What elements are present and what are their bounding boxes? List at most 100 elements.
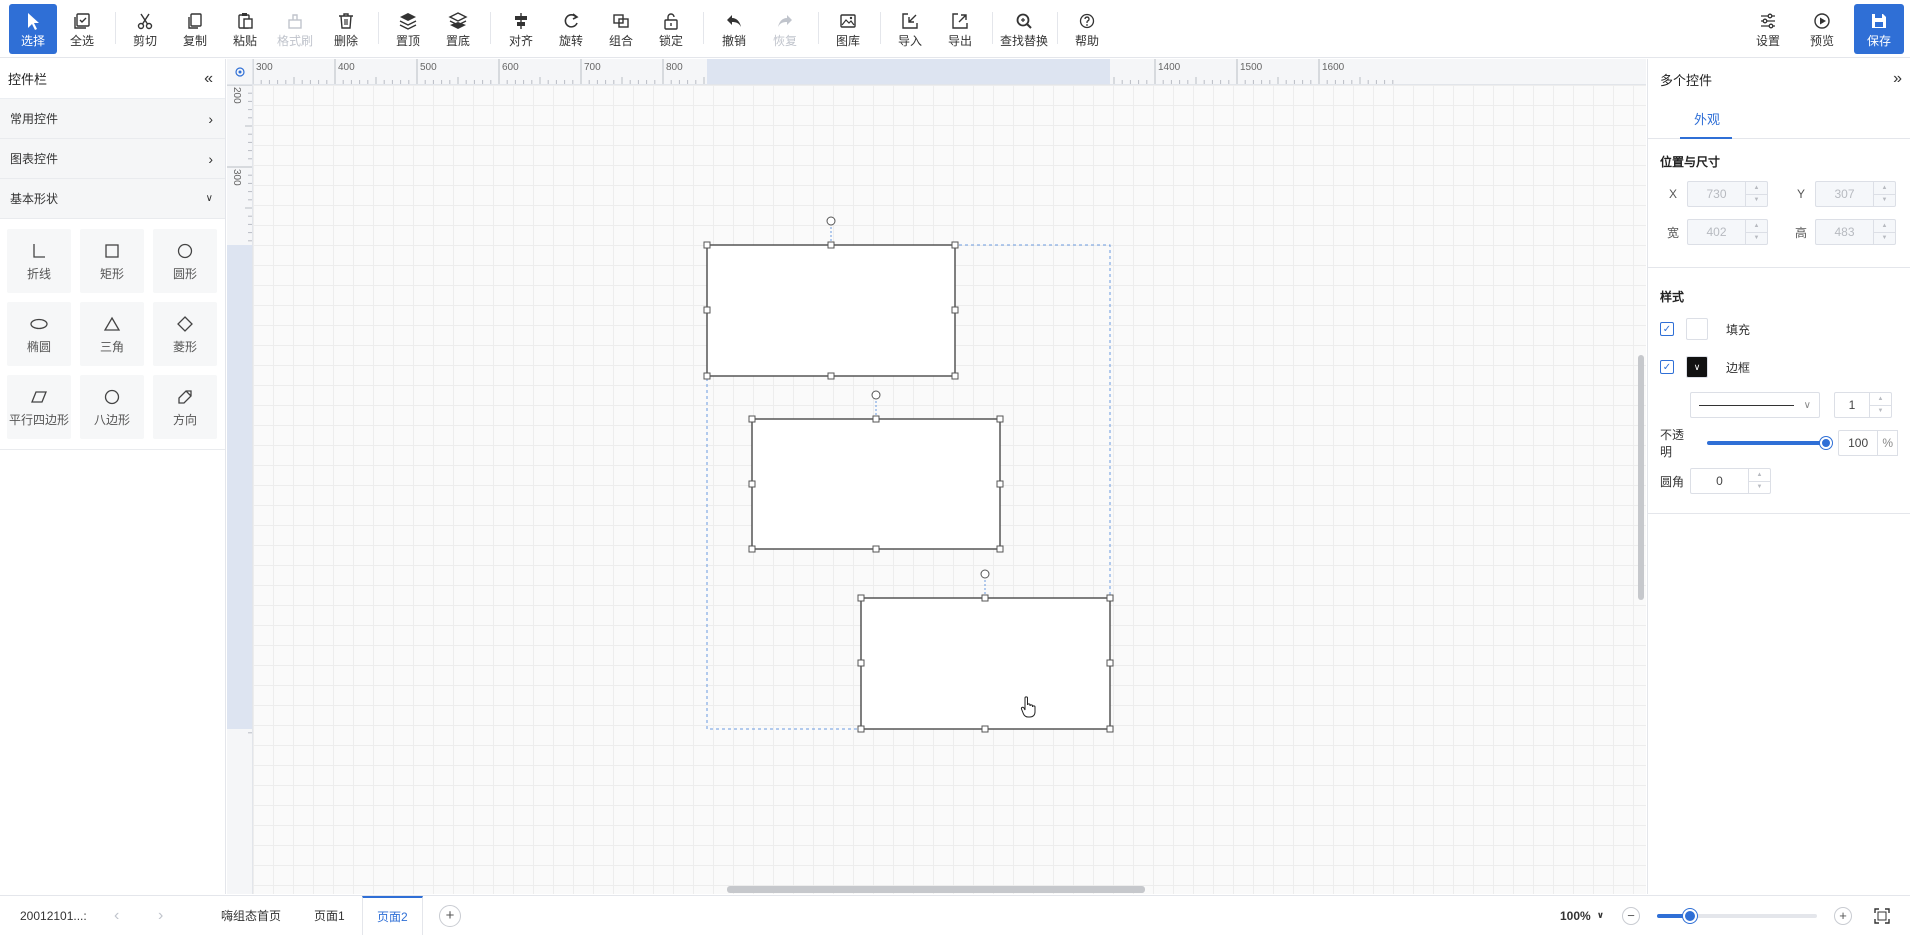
- prev-page-icon[interactable]: ‹: [114, 896, 119, 935]
- cursor-icon: [28, 12, 39, 30]
- opacity-row: 不透明 100 %: [1660, 424, 1898, 462]
- radius-input[interactable]: 0 ▲ ▼: [1690, 468, 1771, 494]
- line-style-select[interactable]: ∨: [1690, 392, 1820, 418]
- group-button[interactable]: 组合: [597, 4, 645, 54]
- collapse-right-icon[interactable]: »: [1893, 70, 1902, 88]
- ruler-label: 300: [256, 62, 273, 73]
- width-input[interactable]: 402 ▲ ▼: [1687, 219, 1768, 245]
- rectangle-icon: [105, 243, 119, 258]
- lock-button[interactable]: 锁定: [647, 4, 695, 54]
- zoom-out-button[interactable]: −: [1622, 896, 1640, 935]
- rotate-button[interactable]: 旋转: [547, 4, 595, 54]
- undo-button[interactable]: 撤销: [710, 4, 758, 54]
- page-tab-home[interactable]: 嗨组态首页: [207, 896, 295, 935]
- radius-value: 0: [1716, 474, 1723, 488]
- zoom-select[interactable]: 100% ∨: [1560, 896, 1604, 935]
- zoom-in-button[interactable]: +: [1834, 896, 1852, 935]
- style-section: 样式 ✓ 填充 ✓ ∨ 边框 ∨ 1 ▲ ▼ 不透明 100 % 圆角 0 ▲ …: [1648, 268, 1910, 514]
- shape-parallelogram[interactable]: 平行四边形: [7, 375, 71, 439]
- zoom-slider[interactable]: [1657, 909, 1817, 923]
- y-value: 307: [1834, 187, 1855, 201]
- rectangle-shape-3[interactable]: [857, 569, 1114, 733]
- gallery-button[interactable]: 图库: [824, 4, 872, 54]
- radius-row: 圆角 0 ▲ ▼: [1660, 462, 1898, 500]
- opacity-slider[interactable]: [1706, 433, 1832, 453]
- y-stepper[interactable]: ▲ ▼: [1873, 182, 1895, 206]
- opacity-unit: %: [1878, 430, 1898, 456]
- ruler-label: 800: [666, 62, 683, 73]
- ruler-corner[interactable]: [227, 59, 253, 85]
- save-label: 保存: [1866, 33, 1891, 48]
- import-button[interactable]: 导入: [886, 4, 934, 54]
- add-page-button[interactable]: +: [439, 896, 461, 935]
- bring-top-button[interactable]: 置顶: [384, 4, 432, 54]
- scissors-icon: [137, 13, 153, 29]
- border-width-input[interactable]: 1 ▲ ▼: [1834, 392, 1892, 418]
- section-basic-shapes[interactable]: 基本形状 ∨: [0, 179, 225, 219]
- group-icon: [613, 13, 629, 28]
- section-chart-controls[interactable]: 图表控件 ›: [0, 139, 225, 179]
- shape-octagon[interactable]: 八边形: [80, 375, 144, 439]
- shape-label: 三角: [99, 339, 124, 354]
- collapse-left-icon[interactable]: «: [204, 70, 213, 88]
- x-input[interactable]: 730 ▲ ▼: [1687, 181, 1768, 207]
- delete-button[interactable]: 删除: [322, 4, 370, 54]
- layer-top-icon: [399, 12, 417, 30]
- zoom-slider-knob[interactable]: [1683, 909, 1697, 923]
- align-button[interactable]: 对齐: [497, 4, 545, 54]
- save-button[interactable]: 保存: [1854, 4, 1904, 54]
- format-brush-button[interactable]: 格式刷: [271, 4, 319, 54]
- opacity-input[interactable]: 100: [1837, 430, 1879, 456]
- export-button[interactable]: 导出: [936, 4, 984, 54]
- shape-polyline[interactable]: 折线: [7, 229, 71, 293]
- rectangle-shape-1[interactable]: [703, 216, 959, 380]
- page-tab-2[interactable]: 页面2: [362, 896, 423, 935]
- select-all-button[interactable]: 全选: [58, 4, 106, 54]
- shape-direction[interactable]: 方向: [153, 375, 217, 439]
- border-checkbox[interactable]: ✓: [1660, 360, 1674, 374]
- rotate-icon: [564, 12, 579, 28]
- fullscreen-button[interactable]: [1874, 896, 1890, 935]
- select-button[interactable]: 选择: [9, 4, 57, 54]
- shape-triangle[interactable]: 三角: [80, 302, 144, 366]
- plus-icon: +: [1834, 906, 1852, 925]
- border-color-swatch[interactable]: ∨: [1686, 356, 1708, 378]
- send-bottom-button[interactable]: 置底: [434, 4, 482, 54]
- height-stepper[interactable]: ▲ ▼: [1873, 220, 1895, 244]
- opacity-knob[interactable]: [1819, 437, 1832, 449]
- vertical-scrollbar[interactable]: [1638, 355, 1644, 600]
- shape-diamond[interactable]: 菱形: [153, 302, 217, 366]
- polyline-icon: [33, 243, 45, 258]
- settings-button[interactable]: 设置: [1744, 4, 1792, 54]
- chevron-down-icon: ∨: [1693, 361, 1701, 372]
- design-canvas[interactable]: [253, 85, 1646, 894]
- width-stepper[interactable]: ▲ ▼: [1745, 220, 1767, 244]
- position-size-title: 位置与尺寸: [1660, 155, 1721, 169]
- find-replace-button[interactable]: 查找替换: [996, 4, 1052, 54]
- ruler-label: 1600: [1322, 62, 1345, 73]
- select-label: 选择: [20, 33, 45, 48]
- help-button[interactable]: 帮助: [1063, 4, 1111, 54]
- redo-button[interactable]: 恢复: [761, 4, 809, 54]
- fill-color-swatch[interactable]: [1686, 318, 1708, 340]
- page-tab-1[interactable]: 页面1: [300, 896, 359, 935]
- next-page-icon[interactable]: ›: [158, 896, 163, 935]
- horizontal-scrollbar[interactable]: [727, 886, 1145, 893]
- copy-button[interactable]: 复制: [171, 4, 219, 54]
- shape-rectangle[interactable]: 矩形: [80, 229, 144, 293]
- cut-button[interactable]: 剪切: [121, 4, 169, 54]
- section-common-controls[interactable]: 常用控件 ›: [0, 99, 225, 139]
- x-stepper[interactable]: ▲ ▼: [1745, 182, 1767, 206]
- preview-button[interactable]: 预览: [1798, 4, 1846, 54]
- y-input[interactable]: 307 ▲ ▼: [1815, 181, 1896, 207]
- fill-checkbox[interactable]: ✓: [1660, 322, 1674, 336]
- shape-ellipse[interactable]: 椭圆: [7, 302, 71, 366]
- border-row: ✓ ∨ 边框: [1660, 348, 1898, 386]
- radius-stepper[interactable]: ▲ ▼: [1748, 469, 1770, 493]
- height-input[interactable]: 483 ▲ ▼: [1815, 219, 1896, 245]
- shape-circle[interactable]: 圆形: [153, 229, 217, 293]
- paste-button[interactable]: 粘贴: [221, 4, 269, 54]
- rectangle-shape-2[interactable]: [748, 390, 1004, 553]
- tab-appearance[interactable]: 外观: [1694, 109, 1720, 128]
- border-width-stepper[interactable]: ▲ ▼: [1869, 393, 1891, 417]
